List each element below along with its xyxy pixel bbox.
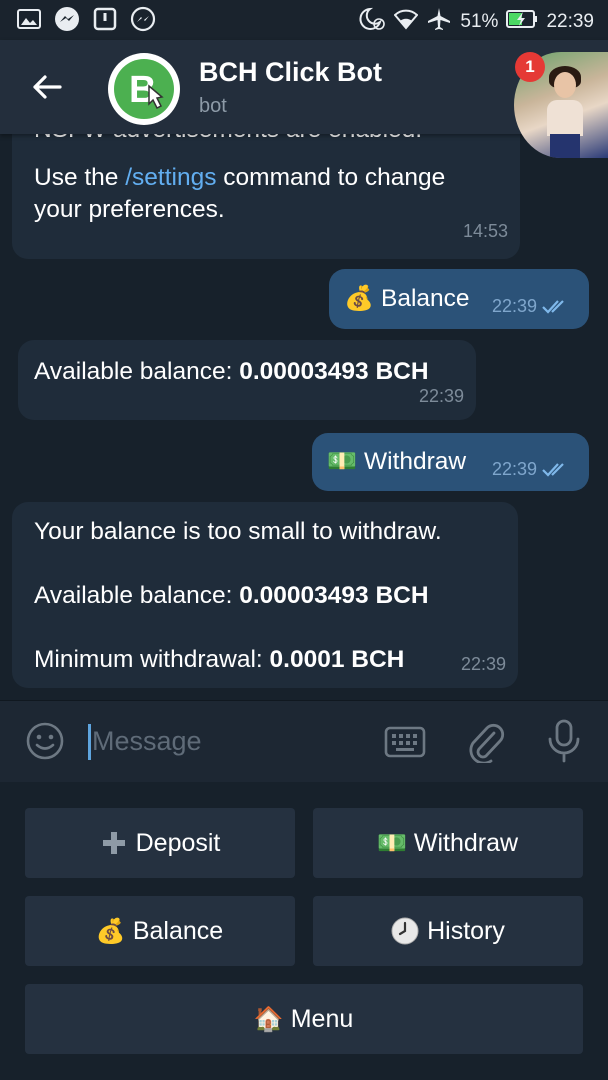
- microphone-icon[interactable]: [546, 719, 582, 768]
- menu-button[interactable]: 🏠 Menu: [25, 984, 583, 1054]
- double-check-icon: [542, 463, 564, 477]
- chat-subtitle: bot: [199, 95, 227, 117]
- settings-command-link[interactable]: /settings: [125, 164, 216, 191]
- balance-value: 0.00003493 BCH: [239, 582, 429, 609]
- text-cursor: [88, 724, 91, 760]
- message-text: Minimum withdrawal: 0.0001 BCH: [34, 646, 405, 673]
- gallery-icon: [16, 6, 42, 32]
- withdraw-label: Withdraw: [413, 828, 519, 857]
- message-text: Use the /settings command to change: [34, 164, 446, 191]
- message-time: 22:39: [492, 459, 538, 479]
- clock-time: 22:39: [546, 11, 594, 32]
- keyboard-icon[interactable]: [384, 725, 426, 764]
- notification-icon: [92, 6, 118, 32]
- wifi-icon: [394, 8, 419, 36]
- outgoing-message: 💰 Balance 22:39: [329, 269, 589, 329]
- message-text: Your balance is too small to withdraw.: [34, 518, 442, 545]
- messenger-outline-icon: [130, 6, 156, 32]
- attach-icon[interactable]: [466, 721, 506, 768]
- message-text: Withdraw: [364, 448, 467, 475]
- alarm-moon-icon: [358, 6, 386, 38]
- clock-icon: [391, 917, 419, 945]
- history-button[interactable]: History: [313, 896, 583, 966]
- message-list: NSFW advertisements are enabled. Use the…: [0, 134, 608, 698]
- balance-button[interactable]: 💰 Balance: [25, 896, 295, 966]
- message-input[interactable]: Message: [92, 726, 202, 757]
- message-time: 22:39: [418, 386, 464, 406]
- battery-icon: [506, 9, 538, 35]
- banknote-icon: 💵: [376, 829, 407, 857]
- battery-percent: 51%: [460, 11, 499, 32]
- incoming-message: Available balance: 0.00003493 BCH 22:39: [18, 340, 476, 420]
- messenger-icon: [54, 6, 80, 32]
- back-arrow-icon[interactable]: [30, 70, 64, 104]
- money-bag-icon: 💰: [95, 917, 126, 945]
- history-label: History: [427, 916, 505, 945]
- status-bar: 51% 22:39: [0, 0, 608, 40]
- deposit-label: Deposit: [135, 828, 221, 857]
- message-text-line2: your preferences.: [34, 196, 225, 223]
- emoji-icon[interactable]: [25, 721, 65, 766]
- balance-value: 0.00003493 BCH: [239, 358, 429, 385]
- incoming-message: Your balance is too small to withdraw. A…: [12, 502, 518, 688]
- deposit-button[interactable]: Deposit: [25, 808, 295, 878]
- message-time: 22:39: [492, 296, 538, 316]
- minimum-withdrawal-value: 0.0001 BCH: [269, 646, 405, 673]
- message-text: Available balance: 0.00003493 BCH: [34, 582, 429, 609]
- menu-label: Menu: [290, 1004, 354, 1033]
- outgoing-message: 💵 Withdraw 22:39: [312, 433, 589, 491]
- balance-label: Balance: [132, 916, 224, 945]
- message-text-partial: NSFW advertisements are enabled.: [34, 134, 422, 146]
- bot-avatar[interactable]: B: [108, 53, 180, 125]
- message-text: Balance: [381, 285, 470, 312]
- bitcoin-cash-cursor-icon: B: [129, 69, 164, 111]
- incoming-message: NSFW advertisements are enabled. Use the…: [12, 134, 520, 259]
- message-time: 14:53: [462, 221, 508, 241]
- double-check-icon: [542, 300, 564, 314]
- plus-icon: [100, 829, 128, 857]
- house-icon: 🏠: [253, 1005, 284, 1033]
- withdraw-button[interactable]: 💵 Withdraw: [313, 808, 583, 878]
- chat-title: BCH Click Bot: [199, 57, 383, 87]
- banknote-icon: 💵: [327, 448, 357, 475]
- notification-badge: 1: [515, 52, 545, 82]
- message-time: 22:39: [460, 654, 506, 674]
- airplane-icon: [426, 6, 452, 38]
- money-bag-icon: 💰: [344, 285, 374, 312]
- message-text: Available balance: 0.00003493 BCH: [34, 358, 429, 385]
